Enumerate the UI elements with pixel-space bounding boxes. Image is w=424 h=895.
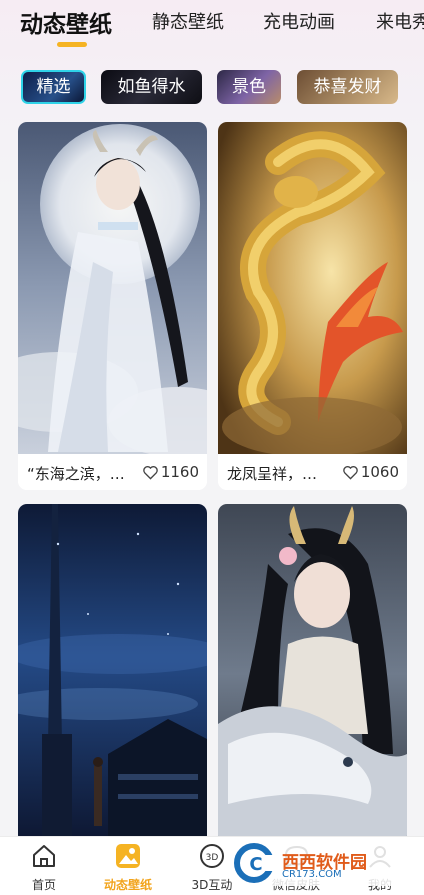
wallpaper-card[interactable]: 龙凤呈祥，… 1060	[218, 122, 407, 490]
like-count[interactable]: 1160	[142, 463, 199, 481]
moon-maiden-image	[18, 122, 207, 454]
category-chip-row: 精选 如鱼得水 景色 恭喜发财	[0, 68, 424, 106]
tab-static-wallpaper[interactable]: 静态壁纸	[152, 8, 224, 34]
wallpaper-icon	[116, 844, 140, 868]
top-tab-bar: 动态壁纸 静态壁纸 充电动画 来电秀	[0, 0, 424, 56]
wallpaper-card[interactable]: “东海之滨，… 1160	[18, 122, 207, 490]
app-screen: 动态壁纸 静态壁纸 充电动画 来电秀 精选 如鱼得水 景色 恭喜发财 “东海之滨…	[0, 0, 424, 895]
card-title: 龙凤呈祥，…	[227, 465, 318, 483]
tab-charging-animation[interactable]: 充电动画	[263, 8, 335, 34]
tab-caller-show[interactable]: 来电秀	[376, 8, 424, 34]
chip-fortune[interactable]: 恭喜发财	[297, 70, 398, 104]
tab-dynamic-wallpaper[interactable]: 动态壁纸	[20, 5, 112, 39]
heart-icon	[342, 465, 358, 480]
svg-text:C: C	[249, 854, 262, 875]
chip-like-fish-in-water[interactable]: 如鱼得水	[101, 70, 202, 104]
3d-icon: 3D	[200, 844, 224, 868]
nav-dynamic-wallpaper[interactable]: 动态壁纸	[86, 841, 170, 893]
site-watermark: C 西西软件园 CR173.COM	[230, 840, 410, 886]
like-count[interactable]: 1060	[342, 463, 399, 481]
chip-featured[interactable]: 精选	[21, 70, 86, 104]
wallpaper-card[interactable]	[218, 504, 407, 844]
wallpaper-card[interactable]	[18, 504, 207, 844]
card-title: “东海之滨，…	[27, 465, 125, 483]
home-icon	[33, 845, 55, 867]
nav-home[interactable]: 首页	[2, 841, 86, 893]
horned-maiden-white-dragon-image	[218, 504, 407, 844]
chip-scenery[interactable]: 景色	[217, 70, 281, 104]
active-tab-indicator	[57, 42, 87, 47]
night-tower-city-image	[18, 504, 207, 844]
watermark-logo-icon: C	[234, 843, 276, 883]
card-footer: 龙凤呈祥，… 1060	[218, 454, 407, 490]
card-footer: “东海之滨，… 1160	[18, 454, 207, 490]
svg-text:3D: 3D	[206, 853, 219, 863]
heart-icon	[142, 465, 158, 480]
golden-dragon-phoenix-image	[218, 122, 407, 454]
